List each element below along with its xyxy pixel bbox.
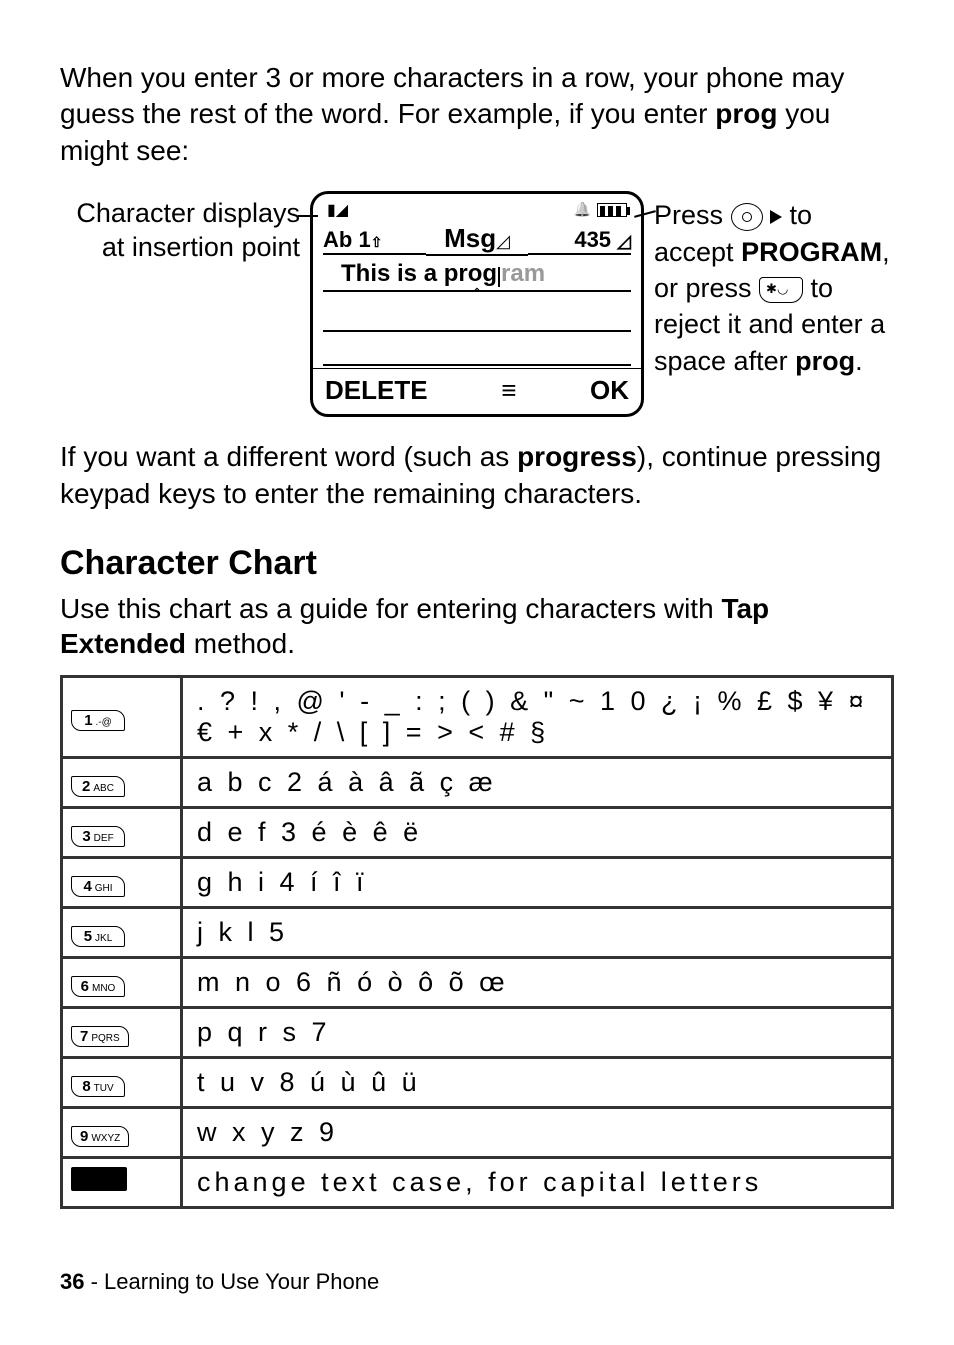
ok-softkey[interactable]: OK — [590, 375, 629, 406]
key-cell — [62, 1157, 182, 1207]
table-row: 8TUV t u v 8 ú ù û ü — [62, 1057, 893, 1107]
keypad-key-icon: 4GHI — [71, 876, 125, 897]
program-word: PROGRAM — [741, 237, 882, 267]
menu-icon[interactable] — [501, 375, 516, 406]
char-cell: j k l 5 — [182, 907, 893, 957]
key-cell: 1.-@ — [62, 676, 182, 757]
phone-screen-wrap: Ab 1 Msg◿ 435 ◿ This is a program ⌃ DELE… — [310, 191, 644, 417]
key-cell: 6MNO — [62, 957, 182, 1007]
screen-title: Msg — [444, 223, 496, 253]
suggested-text: ram — [501, 260, 545, 287]
right-text-5: . — [855, 346, 863, 376]
key-cell: 7PQRS — [62, 1007, 182, 1057]
left-label-2: at insertion point — [102, 232, 300, 262]
diagram-row: Character displays at insertion point Ab… — [60, 191, 894, 417]
diagram-left-label: Character displays at insertion point — [60, 191, 300, 265]
key-cell: 5JKL — [62, 907, 182, 957]
key-cell: 2ABC — [62, 757, 182, 807]
table-row: change text case, for capital letters — [62, 1157, 893, 1207]
table-row: 3DEF d e f 3 é è ê ë — [62, 807, 893, 857]
table-row: 5JKL j k l 5 — [62, 907, 893, 957]
keypad-key-icon: 3DEF — [71, 826, 125, 847]
continuation-paragraph: If you want a different word (such as pr… — [60, 439, 894, 512]
chart-intro-pre: Use this chart as a guide for entering c… — [60, 593, 721, 624]
key-cell: 9WXYZ — [62, 1107, 182, 1157]
char-cell: d e f 3 é è ê ë — [182, 807, 893, 857]
keypad-key-icon: 5JKL — [71, 926, 125, 947]
left-label-1: Character displays — [76, 198, 300, 228]
para2-pre: If you want a different word (such as — [60, 441, 517, 472]
intro-prog: prog — [715, 98, 777, 129]
caret-indicator: ⌃ — [313, 288, 641, 298]
diagram-right-label: Press to accept PROGRAM, or press ✱◡ to … — [654, 191, 894, 379]
signal-icon — [327, 198, 348, 221]
para2-bold: progress — [517, 441, 637, 472]
table-row: 1.-@ . ? ! , @ ' - _ : ; ( ) & " ~ 1 0 ¿ … — [62, 676, 893, 757]
right-text-1: Press — [654, 200, 731, 230]
char-cell: m n o 6 ñ ó ò ô õ œ — [182, 957, 893, 1007]
status-bar — [313, 194, 641, 223]
battery-icon — [574, 201, 627, 218]
nav-key-icon — [731, 203, 763, 231]
table-row: 4GHI g h i 4 í î ï — [62, 857, 893, 907]
chart-intro-post: method. — [186, 628, 295, 659]
blank-line-2 — [323, 332, 631, 366]
chart-intro: Use this chart as a guide for entering c… — [60, 591, 894, 661]
char-cell: p q r s 7 — [182, 1007, 893, 1057]
keypad-key-icon: 9WXYZ — [71, 1126, 129, 1147]
key-cell: 3DEF — [62, 807, 182, 857]
char-cell: g h i 4 í î ï — [182, 857, 893, 907]
softkey-row: DELETE OK — [313, 368, 641, 414]
blank-line-1 — [323, 298, 631, 332]
character-chart-table: 1.-@ . ? ! , @ ' - _ : ; ( ) & " ~ 1 0 ¿ … — [60, 675, 894, 1209]
keypad-key-icon: 1.-@ — [71, 710, 125, 731]
char-cell: w x y z 9 — [182, 1107, 893, 1157]
keypad-key-icon: 8TUV — [71, 1076, 125, 1097]
key-cell: 8TUV — [62, 1057, 182, 1107]
delete-softkey[interactable]: DELETE — [325, 375, 428, 406]
char-count: 435 ◿ — [528, 227, 631, 255]
shift-key-icon — [71, 1167, 127, 1191]
page-number: 36 — [60, 1269, 84, 1294]
intro-paragraph: When you enter 3 or more characters in a… — [60, 60, 894, 169]
page-footer: 36 - Learning to Use Your Phone — [60, 1269, 379, 1295]
phone-screen: Ab 1 Msg◿ 435 ◿ This is a program ⌃ DELE… — [310, 191, 644, 417]
keypad-key-icon: 6MNO — [71, 976, 125, 997]
typed-text: This is a prog — [341, 260, 497, 287]
star-key-icon: ✱◡ — [759, 277, 803, 303]
keypad-key-icon: 2ABC — [71, 776, 125, 797]
table-row: 2ABC a b c 2 á à â ã ç æ — [62, 757, 893, 807]
key-cell: 4GHI — [62, 857, 182, 907]
text-cursor — [498, 267, 500, 287]
table-row: 9WXYZ w x y z 9 — [62, 1107, 893, 1157]
char-cell: change text case, for capital letters — [182, 1157, 893, 1207]
connector-line-left — [298, 215, 318, 217]
screen-header: Ab 1 Msg◿ 435 ◿ — [313, 223, 641, 258]
table-row: 7PQRS p q r s 7 — [62, 1007, 893, 1057]
char-cell: a b c 2 á à â ã ç æ — [182, 757, 893, 807]
section-heading: Character Chart — [60, 544, 894, 583]
char-cell: . ? ! , @ ' - _ : ; ( ) & " ~ 1 0 ¿ ¡ % … — [182, 676, 893, 757]
keypad-key-icon: 7PQRS — [71, 1026, 129, 1047]
footer-text: - Learning to Use Your Phone — [84, 1269, 379, 1294]
input-mode: Ab 1 — [323, 227, 426, 255]
char-cell: t u v 8 ú ù û ü — [182, 1057, 893, 1107]
table-row: 6MNO m n o 6 ñ ó ò ô õ œ — [62, 957, 893, 1007]
prog-word: prog — [795, 346, 855, 376]
arrow-right-icon — [770, 210, 782, 224]
